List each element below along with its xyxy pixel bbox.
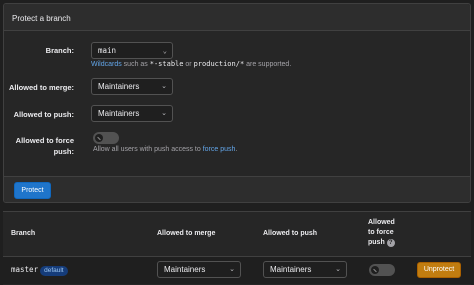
wildcard-help: Wildcards such as *-stable or production… <box>91 60 291 68</box>
force-push-help-end: . <box>235 146 238 153</box>
branch-select[interactable]: main ⌄ <box>91 42 173 59</box>
row-merge-select[interactable]: Maintainers ⌄ <box>157 261 241 278</box>
question-icon[interactable]: ? <box>386 239 395 247</box>
force-push-label-line-2: push: <box>53 147 74 156</box>
merge-select[interactable]: Maintainers ⌄ <box>91 78 173 95</box>
toggle-knob <box>371 266 379 274</box>
header-push: Allowed to push <box>263 230 318 237</box>
force-push-label-line-1: Allowed to force <box>15 136 74 145</box>
header-merge: Allowed to merge <box>157 230 216 237</box>
chevron-down-icon: ⌄ <box>161 83 167 90</box>
protect-branch-title: Protect a branch <box>4 4 470 31</box>
branch-label: Branch: <box>45 46 74 55</box>
force-push-help-text: Allow all users with push access to <box>93 146 203 153</box>
row-push-select[interactable]: Maintainers ⌄ <box>263 261 347 278</box>
force-push-link[interactable]: force push <box>203 146 236 153</box>
wildcard-example-1: *-stable <box>149 60 184 68</box>
wildcards-link[interactable]: Wildcards <box>91 61 122 68</box>
protected-branches-table: Branch Allowed to merge Allowed to push … <box>3 211 471 285</box>
force-push-toggle[interactable] <box>93 132 119 144</box>
protect-branch-card: Protect a branch Branch: main ⌄ Wildcard… <box>3 3 471 203</box>
toggle-knob <box>95 134 103 142</box>
header-force-push: Allowed to force push? <box>368 218 395 248</box>
branch-name: master <box>11 265 39 274</box>
card-footer: Protect <box>4 176 470 202</box>
chevron-down-icon: ⌄ <box>162 47 167 55</box>
push-label: Allowed to push: <box>13 110 74 119</box>
unprotect-button[interactable]: Unprotect <box>417 262 461 278</box>
branch-select-value: main <box>98 46 117 55</box>
header-force-line-3: push <box>368 239 385 246</box>
header-force-line-1: Allowed <box>368 219 395 226</box>
force-push-label: Allowed to force push: <box>4 135 74 157</box>
push-select[interactable]: Maintainers ⌄ <box>91 105 173 122</box>
chevron-down-icon: ⌄ <box>229 266 235 273</box>
wildcard-example-2: production/* <box>193 60 245 68</box>
table-row: master default Maintainers ⌄ Maintainers … <box>3 256 471 284</box>
branch-cell: master default <box>11 265 68 276</box>
wildcard-text-1: such as <box>121 61 150 68</box>
force-push-help: Allow all users with push access to forc… <box>93 146 237 153</box>
merge-label: Allowed to merge: <box>8 83 74 92</box>
protect-button[interactable]: Protect <box>14 182 51 199</box>
wildcard-text-2: or <box>183 61 194 68</box>
header-branch: Branch <box>11 230 36 237</box>
chevron-down-icon: ⌄ <box>335 266 341 273</box>
merge-select-value: Maintainers <box>98 82 140 91</box>
push-select-value: Maintainers <box>98 109 140 118</box>
wildcard-text-3: are supported. <box>244 61 292 68</box>
default-badge: default <box>40 266 68 276</box>
row-push-value: Maintainers <box>270 265 312 274</box>
header-force-line-2: to force <box>368 229 394 236</box>
row-merge-value: Maintainers <box>164 265 206 274</box>
chevron-down-icon: ⌄ <box>161 110 167 117</box>
row-force-push-toggle[interactable] <box>369 264 395 276</box>
